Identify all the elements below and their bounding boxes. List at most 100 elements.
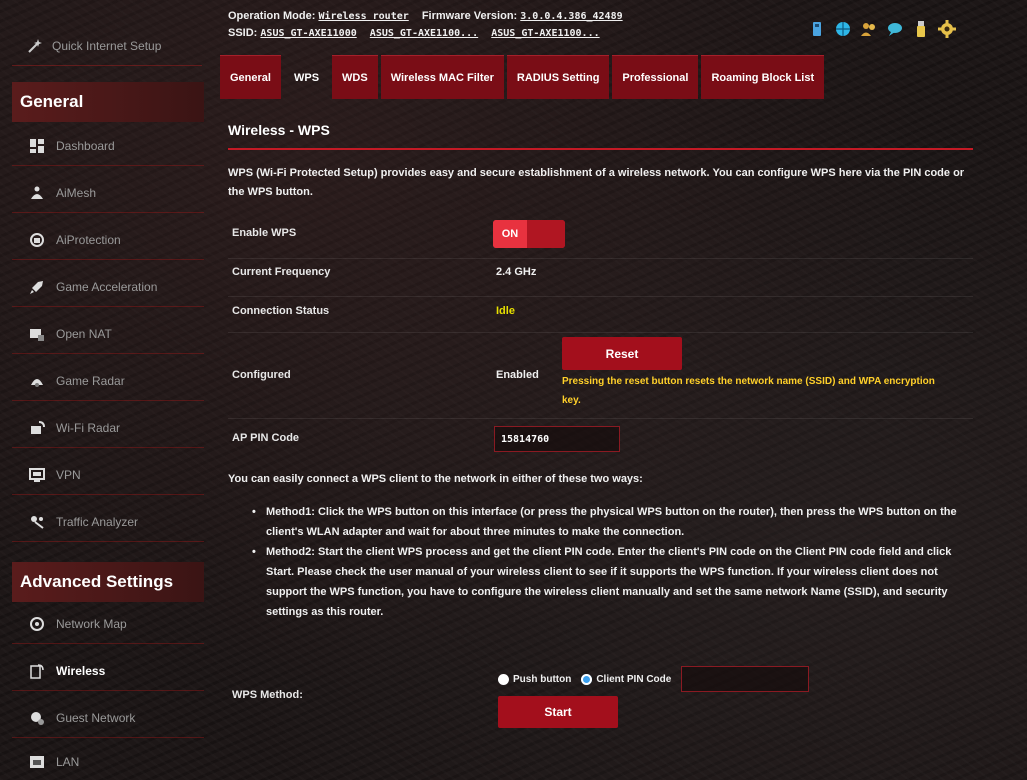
aimesh-icon bbox=[28, 184, 46, 202]
users-icon[interactable] bbox=[860, 20, 878, 38]
start-button[interactable]: Start bbox=[498, 696, 618, 728]
traffic-icon bbox=[28, 513, 46, 531]
aiprotection-icon bbox=[28, 231, 46, 249]
sidebar-item-traffic-analyzer[interactable]: Traffic Analyzer bbox=[12, 502, 204, 542]
sidebar-item-label: VPN bbox=[56, 467, 81, 482]
push-button-radio[interactable] bbox=[498, 673, 509, 685]
quick-internet-setup-label: Quick Internet Setup bbox=[52, 38, 162, 53]
connection-status-value: Idle bbox=[496, 305, 515, 317]
connection-status-label: Connection Status bbox=[232, 305, 330, 317]
sidebar-item-network-map[interactable]: Network Map bbox=[12, 604, 204, 644]
toggle-on-label: ON bbox=[493, 220, 527, 248]
method2-text: Method2: Start the client WPS process an… bbox=[252, 542, 972, 622]
enable-wps-label: Enable WPS bbox=[232, 227, 297, 239]
sidebar-item-label: AiMesh bbox=[56, 185, 97, 200]
sidebar-item-label: Dashboard bbox=[56, 138, 115, 153]
ssid-link[interactable]: ASUS_GT-AXE11000 bbox=[260, 28, 356, 39]
sidebar-item-aiprotection[interactable]: AiProtection bbox=[12, 220, 204, 260]
radar-icon bbox=[28, 372, 46, 390]
operation-mode-label: Operation Mode: bbox=[228, 10, 316, 22]
vpn-icon bbox=[28, 466, 46, 484]
wireless-icon bbox=[28, 662, 46, 680]
chat-icon[interactable] bbox=[886, 20, 904, 38]
configured-value: Enabled bbox=[496, 369, 539, 381]
rocket-icon bbox=[28, 278, 46, 296]
reset-warning-note: Pressing the reset button resets the net… bbox=[562, 376, 935, 406]
ap-pin-code-label: AP PIN Code bbox=[232, 432, 300, 444]
ssid-label: SSID: bbox=[228, 27, 258, 39]
network-map-icon bbox=[28, 615, 46, 633]
tab-roaming-block-list[interactable]: Roaming Block List bbox=[701, 55, 825, 99]
tab-radius-setting[interactable]: RADIUS Setting bbox=[506, 55, 610, 99]
toggle-knob bbox=[527, 220, 565, 248]
sidebar-item-wifi-radar[interactable]: Wi-Fi Radar bbox=[12, 408, 204, 448]
reset-button[interactable]: Reset bbox=[562, 337, 682, 370]
client-pin-code-label: Client PIN Code bbox=[596, 673, 672, 685]
sidebar-item-label: Guest Network bbox=[56, 710, 136, 725]
client-pin-code-radio[interactable] bbox=[581, 673, 593, 685]
row-divider bbox=[228, 258, 973, 259]
page-description: WPS (Wi-Fi Protected Setup) provides eas… bbox=[228, 167, 965, 198]
tab-wds[interactable]: WDS bbox=[332, 55, 378, 99]
method1-text: Method1: Click the WPS button on this in… bbox=[252, 502, 972, 542]
wps-method-label: WPS Method: bbox=[232, 689, 303, 701]
title-divider bbox=[228, 148, 973, 150]
general-heading: General bbox=[12, 82, 204, 122]
quick-internet-setup[interactable]: Quick Internet Setup bbox=[12, 26, 202, 66]
tab-general[interactable]: General bbox=[220, 55, 281, 99]
sidebar-item-wireless[interactable]: Wireless bbox=[12, 651, 204, 691]
sidebar-item-label: Game Radar bbox=[56, 373, 125, 388]
current-frequency-value: 2.4 GHz bbox=[496, 266, 537, 278]
sidebar: Quick Internet Setup General Dashboard A… bbox=[0, 0, 208, 780]
page-title: Wireless - WPS bbox=[228, 122, 330, 138]
sidebar-item-label: Game Acceleration bbox=[56, 279, 158, 294]
lan-icon bbox=[28, 753, 46, 771]
sidebar-item-label: Wi-Fi Radar bbox=[56, 420, 121, 435]
ssid-link[interactable]: ASUS_GT-AXE1100... bbox=[370, 28, 478, 39]
methods-intro: You can easily connect a WPS client to t… bbox=[228, 473, 643, 485]
advanced-settings-heading: Advanced Settings bbox=[12, 562, 204, 602]
configured-label: Configured bbox=[232, 369, 291, 381]
dashboard-icon bbox=[28, 137, 46, 155]
status-icons bbox=[808, 20, 956, 38]
sidebar-item-label: Wireless bbox=[56, 663, 106, 678]
client-pin-code-input[interactable] bbox=[681, 666, 810, 692]
sidebar-item-vpn[interactable]: VPN bbox=[12, 455, 204, 495]
sidebar-item-label: AiProtection bbox=[56, 232, 121, 247]
tab-wireless-mac-filter[interactable]: Wireless MAC Filter bbox=[380, 55, 504, 99]
wps-method-options: Push button Client PIN Code bbox=[498, 666, 810, 692]
usb-icon[interactable] bbox=[808, 20, 826, 38]
firmware-label: Firmware Version: bbox=[421, 10, 518, 22]
magic-wand-icon bbox=[26, 37, 44, 55]
sidebar-item-aimesh[interactable]: AiMesh bbox=[12, 173, 204, 213]
methods-list: Method1: Click the WPS button on this in… bbox=[252, 502, 972, 622]
current-frequency-label: Current Frequency bbox=[232, 266, 331, 278]
row-divider bbox=[228, 332, 973, 333]
operation-mode-link[interactable]: Wireless router bbox=[318, 11, 408, 22]
wifi-radar-icon bbox=[28, 419, 46, 437]
row-divider bbox=[228, 296, 973, 297]
gear-icon[interactable] bbox=[938, 20, 956, 38]
tab-wps[interactable]: WPS bbox=[284, 55, 329, 99]
sidebar-item-game-radar[interactable]: Game Radar bbox=[12, 361, 204, 401]
sidebar-item-label: Network Map bbox=[56, 616, 127, 631]
globe-icon[interactable] bbox=[834, 20, 852, 38]
push-button-label: Push button bbox=[513, 673, 572, 685]
firmware-link[interactable]: 3.0.0.4.386_42489 bbox=[520, 11, 622, 22]
sidebar-item-lan[interactable]: LAN bbox=[12, 742, 204, 780]
enable-wps-toggle[interactable]: ON bbox=[493, 220, 565, 248]
usb-stick-icon[interactable] bbox=[912, 20, 930, 38]
sidebar-item-label: LAN bbox=[56, 754, 80, 769]
row-divider bbox=[228, 418, 973, 419]
open-nat-icon bbox=[28, 325, 46, 343]
sidebar-item-guest-network[interactable]: Guest Network bbox=[12, 698, 204, 738]
sidebar-item-dashboard[interactable]: Dashboard bbox=[12, 126, 204, 166]
sidebar-item-game-acceleration[interactable]: Game Acceleration bbox=[12, 267, 204, 307]
tab-bar: General WPS WDS Wireless MAC Filter RADI… bbox=[220, 55, 825, 99]
guest-network-icon bbox=[28, 709, 46, 727]
ssid-link[interactable]: ASUS_GT-AXE1100... bbox=[491, 28, 599, 39]
sidebar-item-open-nat[interactable]: Open NAT bbox=[12, 314, 204, 354]
tab-professional[interactable]: Professional bbox=[612, 55, 699, 99]
header-info: Operation Mode: Wireless router Firmware… bbox=[228, 8, 848, 42]
sidebar-item-label: Traffic Analyzer bbox=[56, 514, 139, 529]
